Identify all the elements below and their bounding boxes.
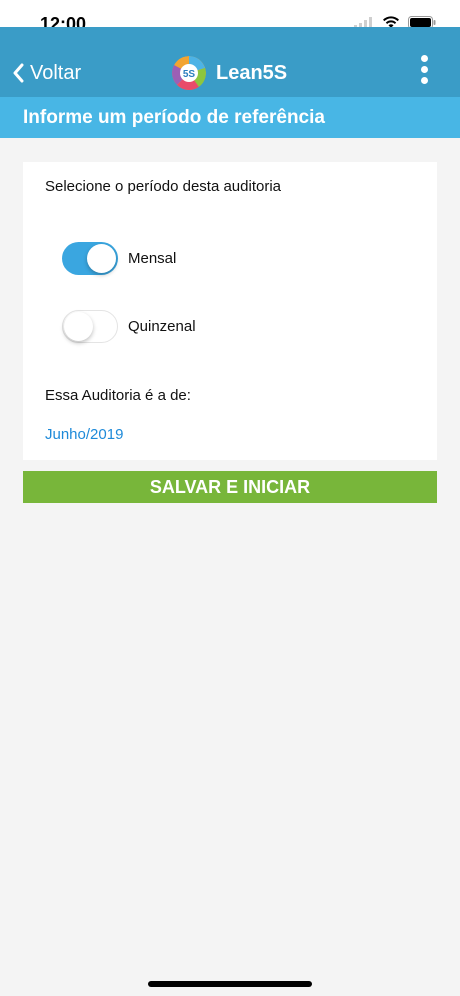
app-name: Lean5S — [216, 61, 288, 84]
more-vertical-icon — [420, 55, 428, 62]
brand: 5S Lean5S — [172, 56, 287, 90]
back-button-label: Voltar — [30, 61, 82, 84]
section-header: Informe um período de referência — [0, 97, 460, 138]
back-button[interactable]: Voltar — [12, 61, 81, 85]
app-logo: 5S — [172, 56, 206, 90]
monthly-label: Mensal — [128, 250, 177, 267]
biweekly-option[interactable]: Quinzenal — [62, 310, 196, 343]
more-options-button[interactable] — [416, 53, 432, 85]
audit-period-value[interactable]: Junho/2019 — [45, 426, 123, 443]
navigation-bar: Voltar 5S Lean5S — [0, 27, 460, 97]
period-prompt: Selecione o período desta auditoria — [45, 178, 282, 195]
home-indicator — [148, 981, 312, 987]
monthly-option[interactable]: Mensal — [62, 242, 176, 275]
toggle-knob — [64, 312, 93, 341]
monthly-toggle[interactable] — [62, 242, 118, 275]
save-and-start-button[interactable]: SALVAR E INICIAR — [23, 471, 437, 503]
status-bar: 12:00 — [0, 0, 460, 34]
period-form-card: Selecione o período desta auditoria Mens… — [23, 162, 437, 460]
biweekly-label: Quinzenal — [128, 318, 196, 335]
biweekly-toggle[interactable] — [62, 310, 118, 343]
svg-text:5S: 5S — [183, 69, 196, 80]
audit-period-label: Essa Auditoria é a de: — [45, 387, 191, 404]
chevron-left-icon — [13, 63, 24, 83]
toggle-knob — [87, 244, 116, 273]
section-title: Informe um período de referência — [23, 107, 325, 128]
